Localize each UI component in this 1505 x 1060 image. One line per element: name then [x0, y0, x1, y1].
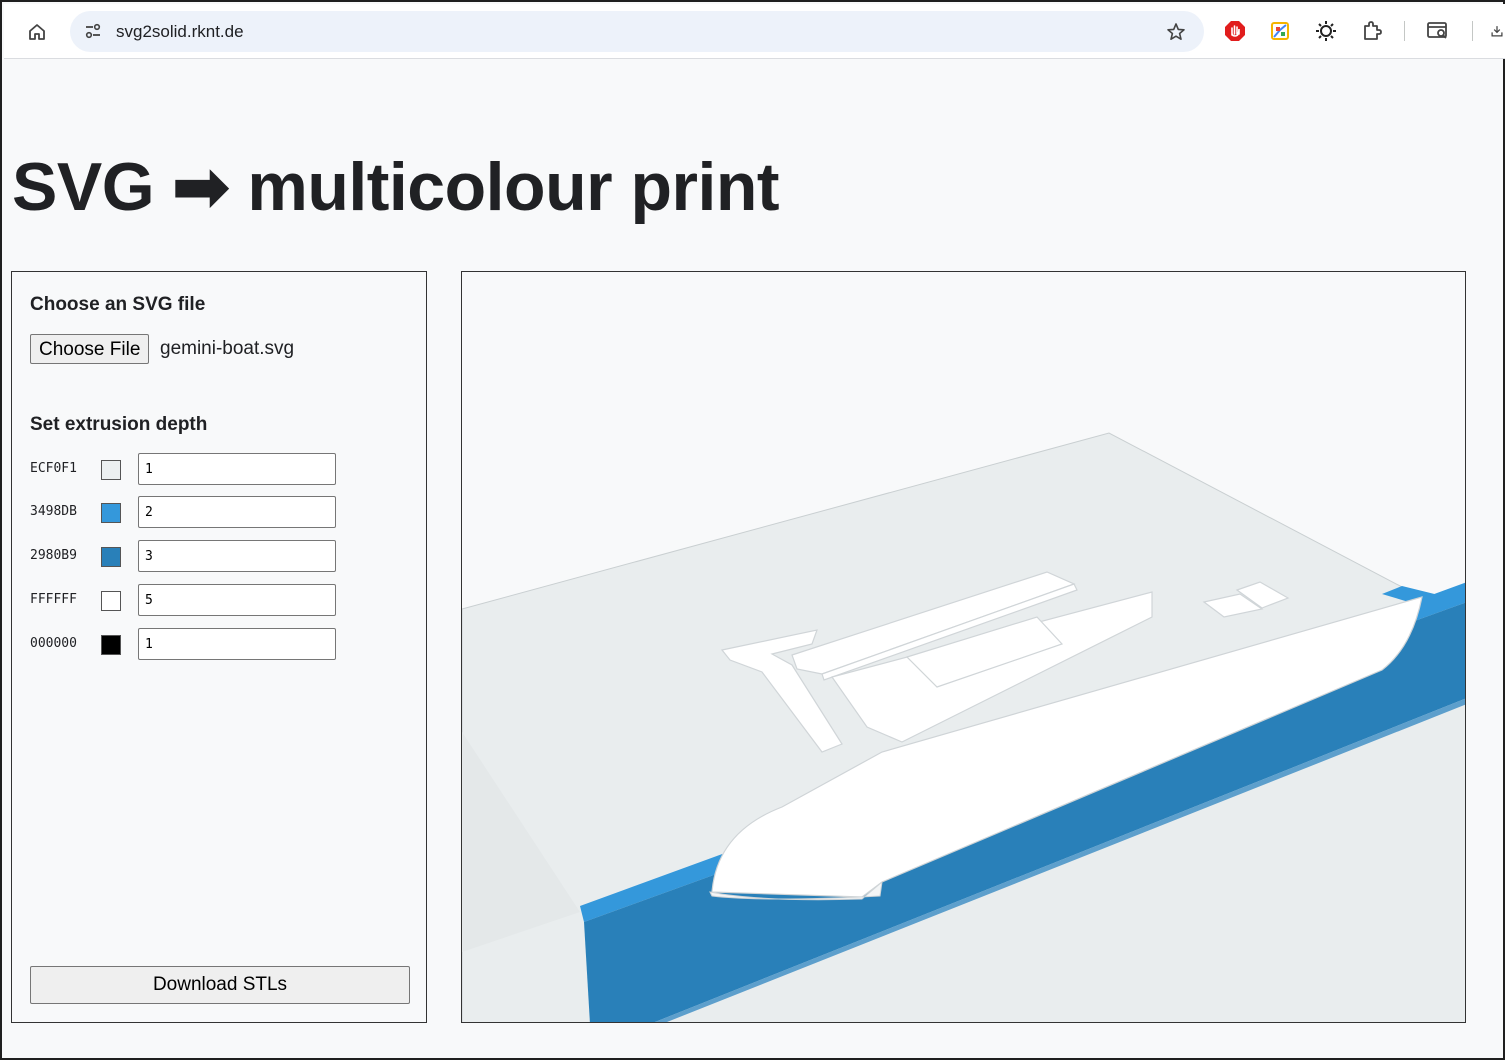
color-swatch	[101, 460, 121, 480]
color-depth-row: FFFFFF	[30, 584, 350, 616]
control-panel: Choose an SVG file Choose File gemini-bo…	[11, 271, 427, 1023]
browser-toolbar: svg2solid.rknt.de	[4, 4, 1505, 59]
file-section-heading: Choose an SVG file	[30, 294, 206, 315]
depth-input[interactable]	[138, 453, 336, 485]
color-depth-row: 000000	[30, 628, 350, 660]
color-swatch	[101, 547, 121, 567]
adblock-extension-icon[interactable]	[1223, 19, 1247, 43]
color-swatch	[101, 635, 121, 655]
selected-file-name: gemini-boat.svg	[160, 338, 295, 359]
sun-extension-icon[interactable]	[1314, 19, 1338, 43]
star-icon[interactable]	[1164, 20, 1188, 44]
color-depth-row: ECF0F1	[30, 453, 350, 485]
color-hex-label: 3498DB	[30, 504, 77, 519]
downloads-icon[interactable]	[1490, 19, 1504, 43]
color-hex-label: 000000	[30, 636, 77, 651]
color-hex-label: 2980B9	[30, 548, 77, 563]
extensions-puzzle-icon[interactable]	[1360, 19, 1384, 43]
color-depth-row: 3498DB	[30, 496, 350, 528]
download-stls-button[interactable]: Download STLs	[30, 966, 410, 1004]
choose-file-button[interactable]: Choose File	[30, 334, 150, 364]
depth-input[interactable]	[138, 628, 336, 660]
page-title: SVG ➡ multicolour print	[12, 149, 780, 225]
address-bar[interactable]: svg2solid.rknt.de	[70, 11, 1204, 52]
color-hex-label: ECF0F1	[30, 461, 77, 476]
site-info-icon[interactable]	[80, 18, 106, 44]
color-depth-row: 2980B9	[30, 540, 350, 572]
tab-search-icon[interactable]	[1427, 19, 1451, 43]
boat-3d-model[interactable]	[462, 272, 1466, 1023]
color-swatch	[101, 503, 121, 523]
url-text[interactable]: svg2solid.rknt.de	[116, 22, 244, 42]
toolbar-separator	[1404, 21, 1405, 41]
color-hex-label: FFFFFF	[30, 592, 77, 607]
depth-input[interactable]	[138, 584, 336, 616]
home-icon[interactable]	[22, 17, 52, 47]
color-swatch	[101, 591, 121, 611]
color-picker-extension-icon[interactable]	[1268, 19, 1292, 43]
3d-preview-viewport[interactable]	[461, 271, 1466, 1023]
depth-input[interactable]	[138, 496, 336, 528]
browser-window: svg2solid.rknt.de SVG ➡ multicolour prin…	[0, 0, 1505, 1060]
depth-section-heading: Set extrusion depth	[30, 414, 208, 435]
depth-input[interactable]	[138, 540, 336, 572]
toolbar-separator	[1472, 21, 1473, 41]
